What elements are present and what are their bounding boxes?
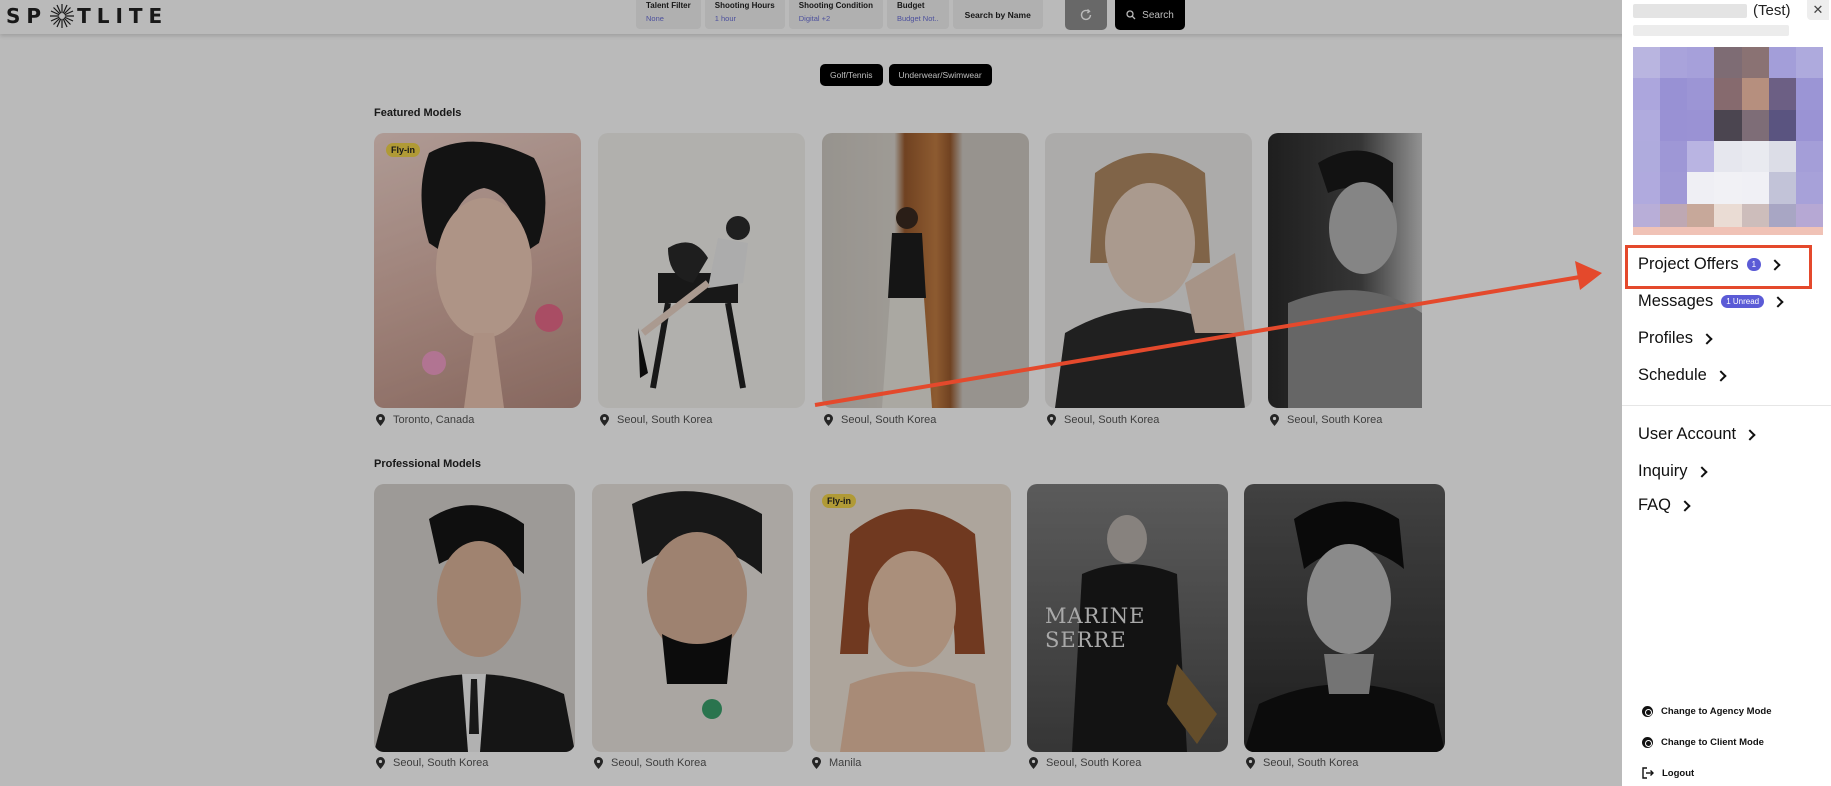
user-suffix: (Test)	[1753, 2, 1791, 19]
menu-label: Profiles	[1638, 329, 1694, 347]
logout-icon	[1642, 767, 1654, 779]
menu-schedule[interactable]: Schedule	[1638, 366, 1727, 385]
change-to-agency-mode-button[interactable]: Change to Agency Mode	[1642, 706, 1772, 717]
switch-mode-icon	[1642, 706, 1653, 717]
chevron-right-icon	[1772, 295, 1784, 308]
chevron-right-icon	[1701, 332, 1713, 345]
chevron-right-icon	[1679, 499, 1691, 512]
redacted-name	[1633, 3, 1747, 18]
switch-mode-icon	[1642, 737, 1653, 748]
change-to-client-mode-button[interactable]: Change to Client Mode	[1642, 737, 1764, 748]
modal-backdrop[interactable]	[0, 0, 1622, 786]
user-name: (Test)	[1633, 2, 1791, 19]
footer-label: Change to Agency Mode	[1661, 706, 1772, 717]
redacted-email	[1633, 25, 1789, 36]
menu-label: User Account	[1638, 425, 1737, 443]
avatar-bottom-strip	[1633, 227, 1823, 235]
menu-label: Messages	[1638, 292, 1714, 310]
chevron-right-icon	[1744, 428, 1756, 441]
avatar	[1633, 47, 1823, 235]
menu-faq[interactable]: FAQ	[1638, 496, 1691, 515]
menu-label: Schedule	[1638, 366, 1707, 384]
menu-messages[interactable]: Messages 1 Unread	[1638, 292, 1784, 311]
menu-profiles[interactable]: Profiles	[1638, 329, 1713, 348]
footer-label: Logout	[1662, 767, 1695, 779]
footer-label: Change to Client Mode	[1661, 737, 1764, 748]
chevron-right-icon	[1695, 465, 1708, 478]
panel-divider	[1622, 405, 1831, 406]
menu-user-account[interactable]: User Account	[1638, 425, 1756, 444]
menu-inquiry[interactable]: Inquiry	[1638, 462, 1708, 481]
menu-label: FAQ	[1638, 496, 1672, 514]
highlight-box	[1625, 245, 1812, 289]
chevron-right-icon	[1715, 369, 1727, 382]
unread-badge: 1 Unread	[1721, 295, 1765, 308]
close-icon[interactable]: ✕	[1807, 0, 1829, 20]
logout-button[interactable]: Logout	[1642, 767, 1694, 779]
menu-label: Inquiry	[1638, 462, 1688, 480]
